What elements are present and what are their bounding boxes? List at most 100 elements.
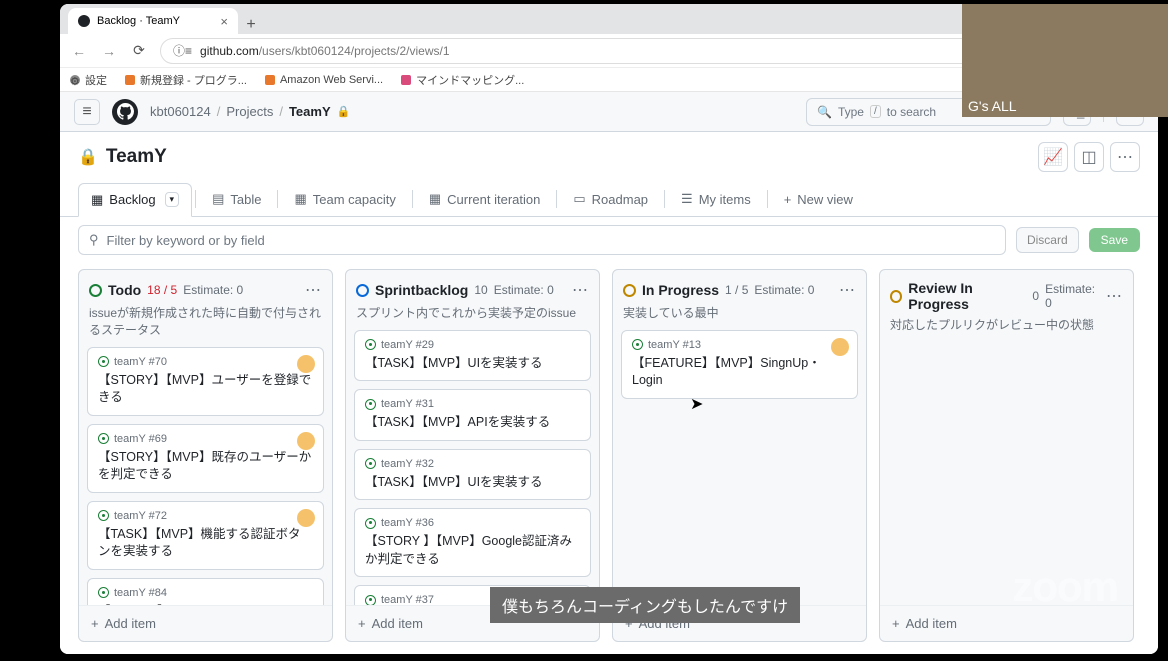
crumb-projects[interactable]: Projects xyxy=(226,104,273,119)
column-menu-button[interactable]: ⋯ xyxy=(572,280,589,300)
crumb-user[interactable]: kbt060124 xyxy=(150,104,211,119)
iteration-icon: ▦ xyxy=(429,191,441,207)
gear-icon: ⚙ xyxy=(70,75,80,85)
bookmark-icon xyxy=(265,75,275,85)
column-menu-button[interactable]: ⋯ xyxy=(1106,286,1123,306)
status-icon xyxy=(890,290,902,303)
bookmark-settings[interactable]: ⚙設定 xyxy=(70,72,107,88)
issue-card[interactable]: teamY #72 【TASK】【MVP】機能する認証ボタンを実装する xyxy=(87,501,324,570)
column-description: スプリント内でこれから実装予定のissue xyxy=(346,305,599,330)
issue-card[interactable]: teamY #70 【STORY】【MVP】ユーザーを登録できる xyxy=(87,347,324,416)
details-button[interactable]: ◫ xyxy=(1074,142,1104,172)
column-count: 1 / 5 xyxy=(725,283,748,297)
new-view-button[interactable]: +New view xyxy=(771,183,866,216)
card-ref: teamY #36 xyxy=(365,517,580,529)
issue-card[interactable]: teamY #84 【BUGFIX】UserProfileControllerの… xyxy=(87,578,324,605)
list-icon: ☰ xyxy=(681,191,693,207)
live-caption: 僕もちろんコーディングもしたんですけ xyxy=(490,587,800,623)
lock-icon: 🔒 xyxy=(337,105,351,118)
assignee-avatar[interactable] xyxy=(831,338,849,356)
column-description: 対応したプルリクがレビュー中の状態 xyxy=(880,317,1133,342)
column-menu-button[interactable]: ⋯ xyxy=(305,280,322,300)
issue-card[interactable]: teamY #13 【FEATURE】【MVP】SingnUp・Login xyxy=(621,330,858,399)
bookmark-item[interactable]: Amazon Web Servi... xyxy=(265,74,383,86)
discard-button[interactable]: Discard xyxy=(1016,227,1079,253)
chevron-down-icon[interactable]: ▾ xyxy=(165,192,180,207)
open-issue-icon xyxy=(365,518,376,529)
open-issue-icon xyxy=(365,458,376,469)
column-estimate: Estimate: 0 xyxy=(494,283,554,297)
assignee-avatar[interactable] xyxy=(297,509,315,527)
issue-card[interactable]: teamY #36 【STORY 】【MVP】Google認証済みか判定できる xyxy=(354,508,591,577)
close-icon[interactable]: × xyxy=(220,14,228,29)
view-tab-my-items[interactable]: ☰My items xyxy=(668,182,764,216)
issue-card[interactable]: teamY #29 【TASK】【MVP】UIを実装する xyxy=(354,330,591,382)
card-title: 【TASK】【MVP】UIを実装する xyxy=(365,474,580,492)
view-tab-team-capacity[interactable]: ▦Team capacity xyxy=(281,182,408,216)
column-count: 18 / 5 xyxy=(147,283,177,297)
roadmap-icon: ▭ xyxy=(573,191,585,207)
column-count: 0 xyxy=(1032,289,1039,303)
table-icon: ▤ xyxy=(212,191,224,207)
assignee-avatar[interactable] xyxy=(297,432,315,450)
new-tab-button[interactable]: + xyxy=(238,16,264,34)
favicon-icon xyxy=(78,15,90,27)
card-ref: teamY #69 xyxy=(98,433,313,445)
plus-icon: + xyxy=(892,616,900,631)
filter-icon: ⚲ xyxy=(89,232,99,248)
filter-row: ⚲ Filter by keyword or by field Discard … xyxy=(60,217,1158,263)
crumb-project[interactable]: TeamY xyxy=(289,104,331,119)
add-item-button[interactable]: + Add item xyxy=(79,605,332,641)
column-description: 実装している最中 xyxy=(613,305,866,330)
view-tab-table[interactable]: ▤Table xyxy=(199,182,274,216)
view-tab-current-iteration[interactable]: ▦Current iteration xyxy=(416,182,554,216)
save-button[interactable]: Save xyxy=(1089,228,1140,252)
column-estimate: Estimate: 0 xyxy=(183,283,243,297)
card-title: 【TASK】【MVP】APIを実装する xyxy=(365,414,580,432)
zoom-watermark: zoom xyxy=(1012,563,1118,611)
card-title: 【TASK】【MVP】機能する認証ボタンを実装する xyxy=(98,526,313,561)
view-tab-roadmap[interactable]: ▭Roadmap xyxy=(560,182,661,216)
forward-button[interactable]: → xyxy=(100,43,118,59)
bookmark-icon xyxy=(125,75,135,85)
issue-card[interactable]: teamY #31 【TASK】【MVP】APIを実装する xyxy=(354,389,591,441)
open-issue-icon xyxy=(98,587,109,598)
github-logo[interactable] xyxy=(112,99,138,125)
site-info-icon[interactable]: ⓘ≡ xyxy=(173,42,192,59)
open-issue-icon xyxy=(365,339,376,350)
assignee-avatar[interactable] xyxy=(297,355,315,373)
bookmark-icon xyxy=(401,75,411,85)
project-title: TeamY xyxy=(106,146,167,168)
breadcrumb: kbt060124 / Projects / TeamY 🔒 xyxy=(150,104,350,119)
status-icon xyxy=(623,284,636,297)
filter-input[interactable]: ⚲ Filter by keyword or by field xyxy=(78,225,1006,255)
issue-card[interactable]: teamY #69 【STORY】【MVP】既存のユーザーかを判定できる xyxy=(87,424,324,493)
kanban-column: Todo 18 / 5 Estimate: 0 ⋯ issueが新規作成された時に… xyxy=(78,269,333,642)
bookmark-item[interactable]: マインドマッピング... xyxy=(401,72,524,88)
card-ref: teamY #72 xyxy=(98,510,313,522)
back-button[interactable]: ← xyxy=(70,43,88,59)
browser-tab[interactable]: Backlog · TeamY × xyxy=(68,8,238,34)
issue-card[interactable]: teamY #32 【TASK】【MVP】UIを実装する xyxy=(354,449,591,501)
insights-button[interactable]: 📈 xyxy=(1038,142,1068,172)
card-title: 【STORY 】【MVP】Google認証済みか判定できる xyxy=(365,533,580,568)
more-button[interactable]: ⋯ xyxy=(1110,142,1140,172)
column-menu-button[interactable]: ⋯ xyxy=(839,280,856,300)
reload-button[interactable]: ⟳ xyxy=(130,42,148,59)
card-ref: teamY #29 xyxy=(365,339,580,351)
column-title: Todo xyxy=(108,282,141,298)
search-icon: 🔍 xyxy=(817,105,832,119)
bookmark-item[interactable]: 新規登録 - プログラ... xyxy=(125,72,247,88)
open-issue-icon xyxy=(98,433,109,444)
card-ref: teamY #84 xyxy=(98,587,313,599)
views-tabs: ▦ Backlog ▾ ▤Table ▦Team capacity ▦Curre… xyxy=(60,182,1158,217)
card-title: 【BUGFIX】UserProfileControllerの２重インポート xyxy=(98,603,313,605)
column-title: In Progress xyxy=(642,282,719,298)
column-title: Review In Progress xyxy=(908,280,1026,312)
view-tab-backlog[interactable]: ▦ Backlog ▾ xyxy=(78,183,192,217)
cursor-icon: ➤ xyxy=(690,394,703,414)
column-description: issueが新規作成された時に自動で付与されるステータス xyxy=(79,305,332,347)
menu-button[interactable]: ≡ xyxy=(74,99,100,125)
column-count: 10 xyxy=(474,283,487,297)
board-icon: ▦ xyxy=(91,192,103,208)
